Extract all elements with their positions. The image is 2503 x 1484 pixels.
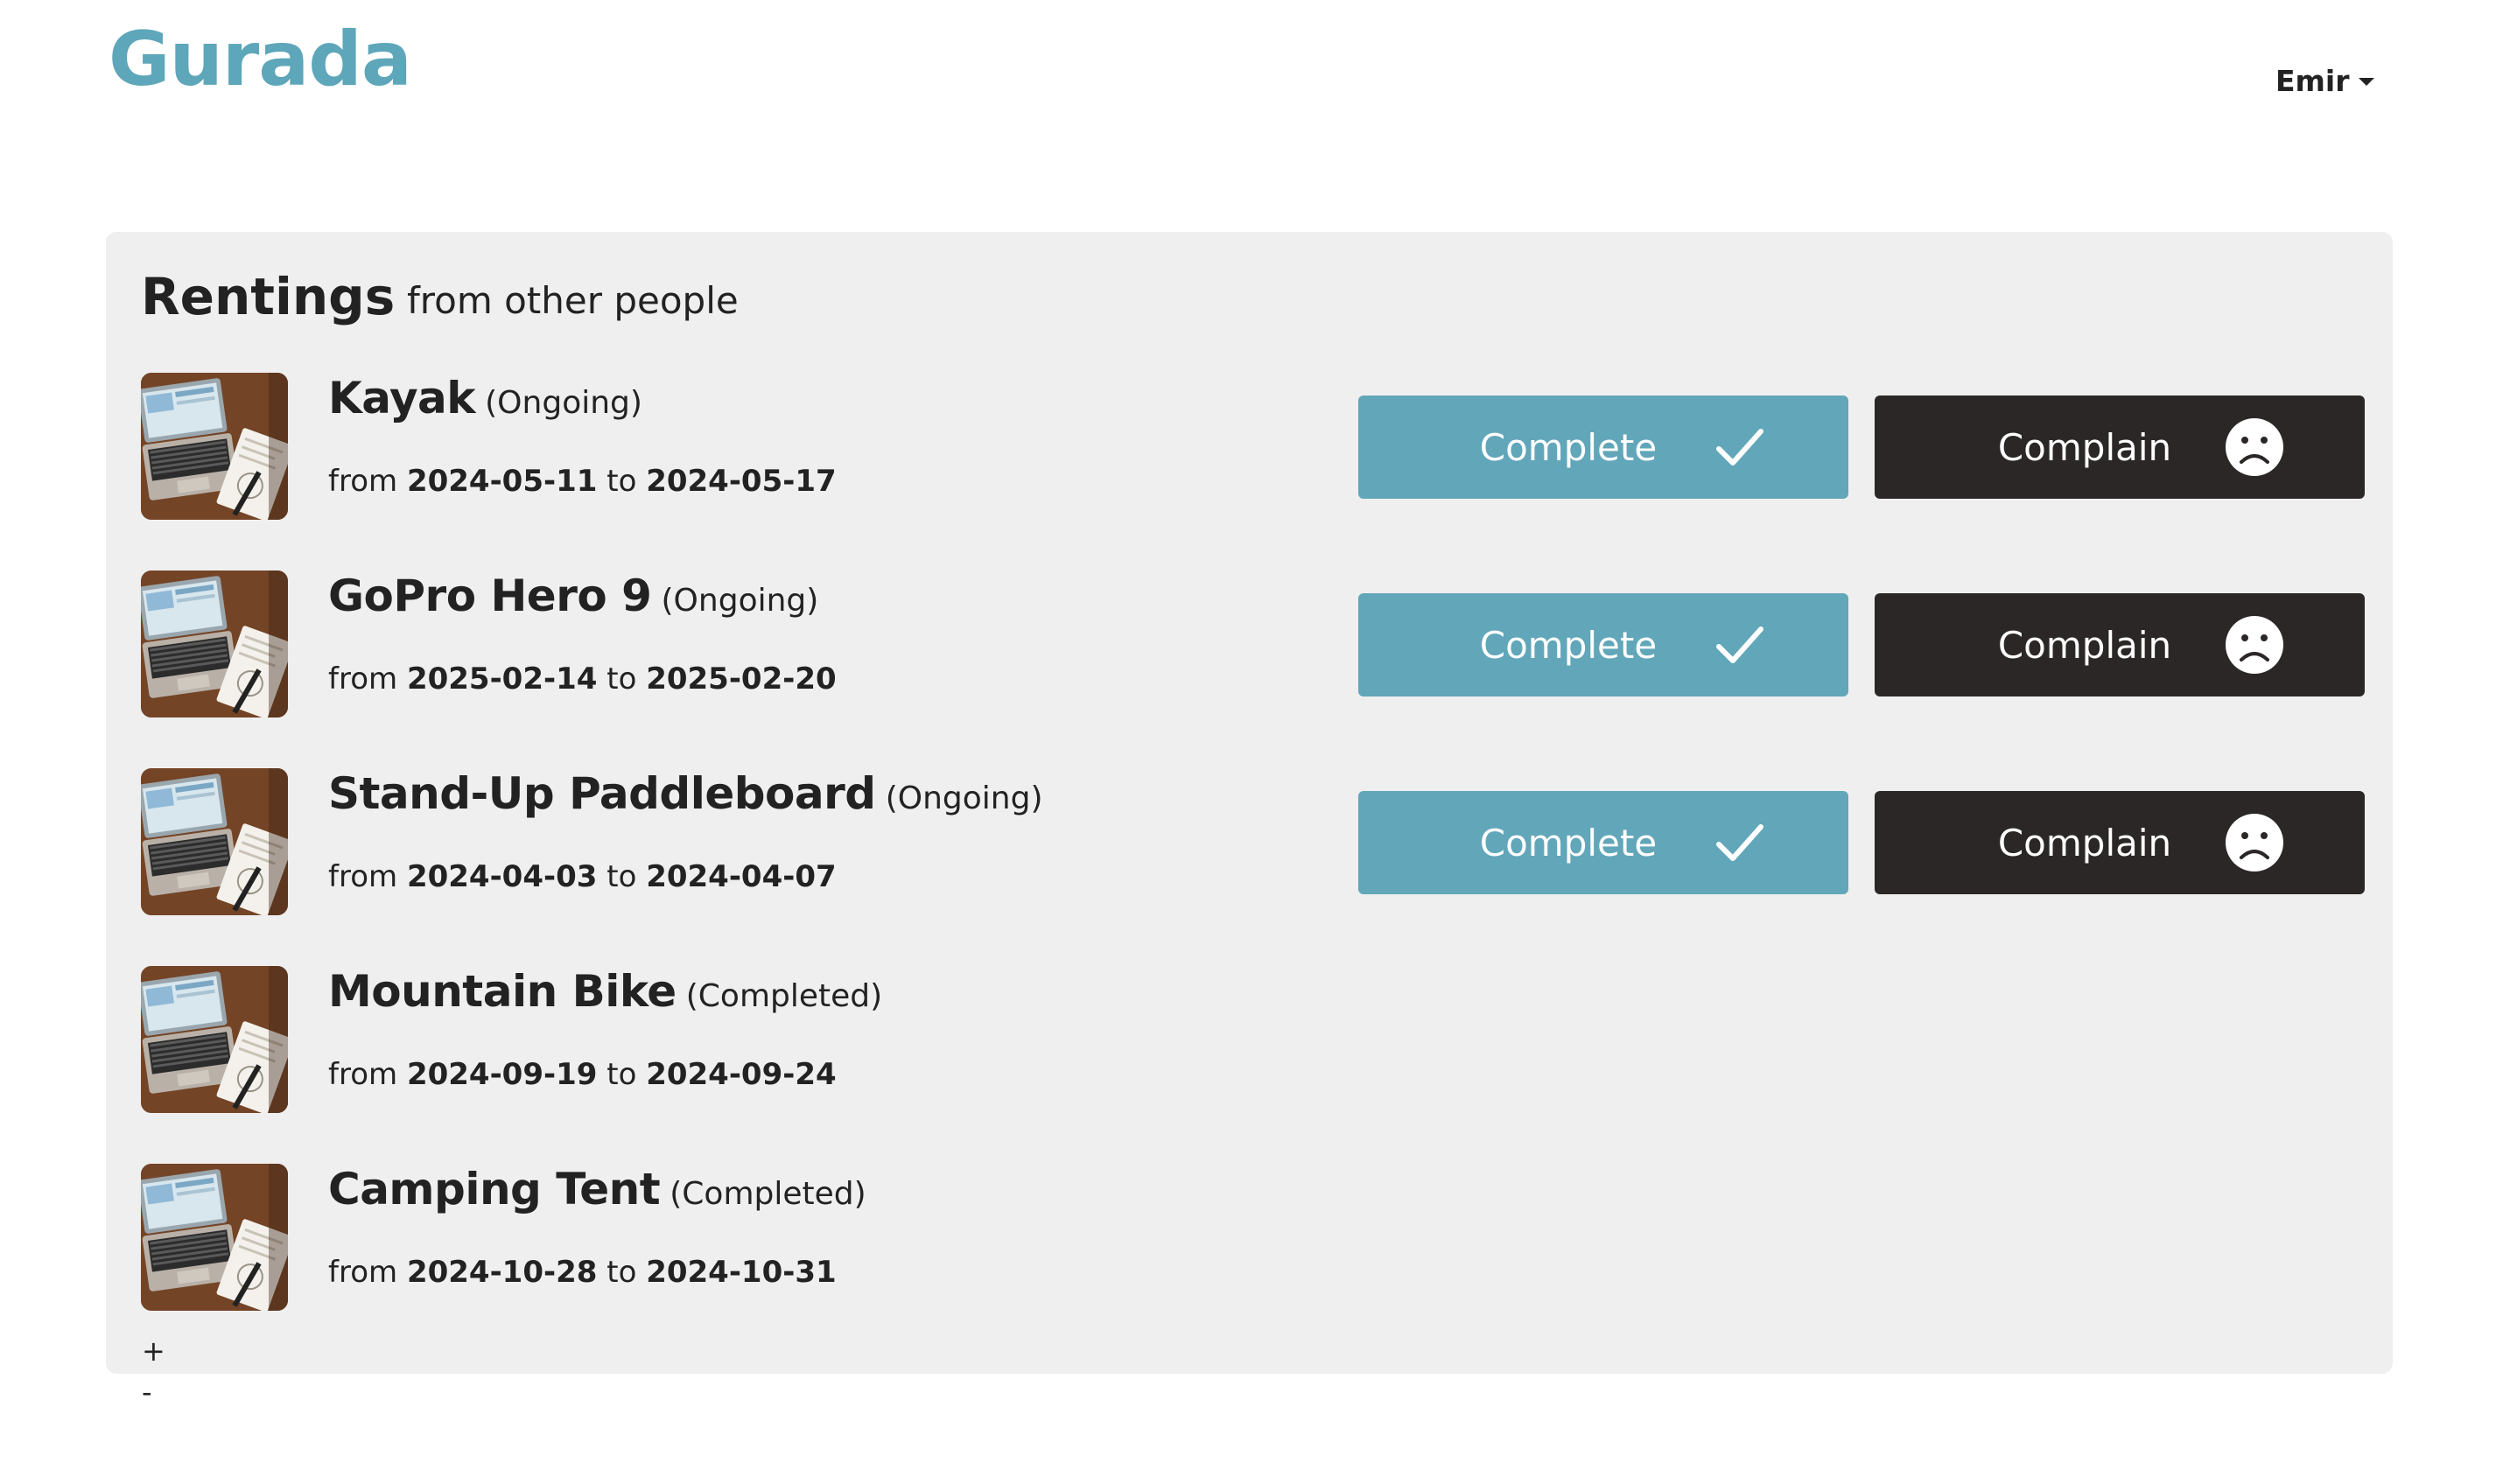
complete-label: Complete [1479,425,1658,469]
item-status: (Ongoing) [885,780,1043,816]
complain-button[interactable]: Complain [1875,396,2365,499]
to-label: to [606,859,637,894]
end-date: 2024-10-31 [646,1255,837,1290]
caret-down-icon [2358,77,2374,86]
panel-subtitle: from other people [407,279,739,322]
rental-row: Stand-Up Paddleboard (Ongoing) from 2024… [141,768,2365,915]
item-name[interactable]: Stand-Up Paddleboard [328,768,876,819]
item-thumbnail[interactable] [141,966,288,1113]
item-title-line: Stand-Up Paddleboard (Ongoing) [328,768,1043,819]
minus-button[interactable]: - [142,1376,152,1409]
checkmark-icon [1709,614,1770,676]
user-name: Emir [2275,63,2350,98]
rentings-panel: Rentings from other people Kayak (Ongoin… [106,232,2393,1374]
end-date: 2024-09-24 [646,1057,837,1092]
rental-row: Camping Tent (Completed) from 2024-10-28… [141,1164,2364,1311]
complete-label: Complete [1479,623,1658,667]
end-date: 2024-05-17 [646,464,837,499]
start-date: 2024-04-03 [406,859,598,894]
sad-face-icon [2224,416,2285,478]
rental-row: Kayak (Ongoing) from 2024-05-11 to 2024-… [141,373,2365,520]
end-date: 2024-04-07 [646,859,837,894]
start-date: 2024-10-28 [406,1255,598,1290]
item-name[interactable]: Camping Tent [328,1164,661,1214]
item-title-line: Kayak (Ongoing) [328,373,642,424]
panel-title: Rentings [141,267,396,326]
complete-button[interactable]: Complete [1358,593,1848,696]
brand-logo[interactable]: Gurada [109,16,412,103]
item-name[interactable]: Kayak [328,373,476,424]
end-date: 2025-02-20 [646,662,837,696]
item-dates: from 2024-04-03 to 2024-04-07 [328,859,837,894]
item-thumbnail[interactable] [141,1164,288,1311]
sad-face-icon [2224,812,2285,873]
checkmark-icon [1709,416,1770,478]
complain-button[interactable]: Complain [1875,593,2365,696]
to-label: to [606,662,637,696]
to-label: to [606,1255,637,1290]
item-title-line: Mountain Bike (Completed) [328,966,882,1017]
item-status: (Ongoing) [661,583,819,619]
item-title-line: GoPro Hero 9 (Ongoing) [328,570,818,621]
top-bar: Gurada Emir [0,0,2503,140]
complete-button[interactable]: Complete [1358,396,1848,499]
from-label: from [328,859,398,894]
item-status: (Completed) [670,1176,866,1212]
complain-label: Complain [1997,425,2172,469]
plus-button[interactable]: + [142,1334,165,1368]
item-dates: from 2024-09-19 to 2024-09-24 [328,1057,837,1092]
from-label: from [328,464,398,499]
user-menu[interactable]: Emir [2275,61,2374,100]
start-date: 2024-05-11 [406,464,598,499]
item-status: (Ongoing) [485,385,642,421]
rental-row: Mountain Bike (Completed) from 2024-09-1… [141,966,2364,1113]
complete-button[interactable]: Complete [1358,791,1848,894]
to-label: to [606,464,637,499]
sad-face-icon [2224,614,2285,676]
item-dates: from 2024-05-11 to 2024-05-17 [328,464,837,499]
from-label: from [328,1057,398,1092]
item-title-line: Camping Tent (Completed) [328,1164,866,1214]
complain-button[interactable]: Complain [1875,791,2365,894]
item-name[interactable]: Mountain Bike [328,966,677,1017]
item-thumbnail[interactable] [141,570,288,718]
rental-row: GoPro Hero 9 (Ongoing) from 2025-02-14 t… [141,570,2365,718]
item-dates: from 2025-02-14 to 2025-02-20 [328,662,837,696]
checkmark-icon [1709,812,1770,873]
item-status: (Completed) [685,978,883,1014]
complete-label: Complete [1479,821,1658,864]
start-date: 2025-02-14 [406,662,598,696]
to-label: to [606,1057,637,1092]
item-thumbnail[interactable] [141,373,288,520]
item-thumbnail[interactable] [141,768,288,915]
complain-label: Complain [1997,821,2172,864]
from-label: from [328,662,398,696]
item-dates: from 2024-10-28 to 2024-10-31 [328,1255,837,1290]
start-date: 2024-09-19 [406,1057,598,1092]
item-name[interactable]: GoPro Hero 9 [328,570,652,621]
complain-label: Complain [1997,623,2172,667]
from-label: from [328,1255,398,1290]
